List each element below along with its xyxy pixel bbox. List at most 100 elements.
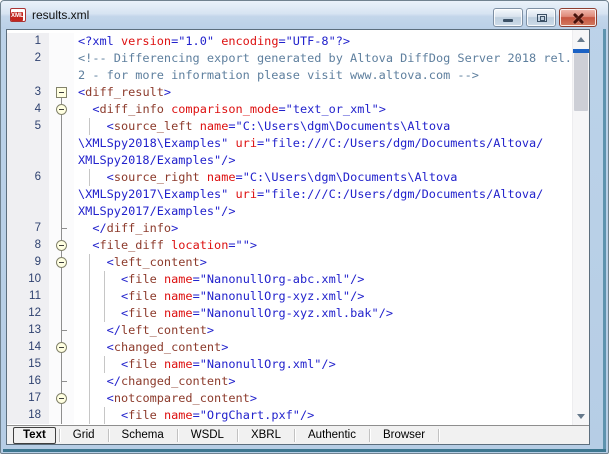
indent-guide bbox=[104, 305, 105, 322]
syntax-token: diff_info bbox=[107, 221, 171, 235]
code-text[interactable]: <file name="NanonullOrg-abc.xml"/> bbox=[74, 271, 572, 288]
tab-text[interactable]: Text bbox=[13, 427, 56, 444]
syntax-token: ="1.0" bbox=[171, 34, 221, 48]
fold-margin bbox=[49, 203, 74, 220]
syntax-token: ="file:///C:/Users/dgm/Documents/Altova/ bbox=[257, 187, 543, 201]
collapse-minus-icon[interactable] bbox=[56, 87, 67, 98]
fold-end-tick bbox=[62, 381, 67, 382]
tab-authentic[interactable]: Authentic bbox=[296, 427, 368, 444]
syntax-token: ="C:\Users\dgm\Documents\Altova bbox=[236, 170, 458, 184]
code-text[interactable]: </changed_content> bbox=[74, 373, 572, 390]
restore-icon bbox=[537, 14, 547, 22]
fold-margin bbox=[49, 50, 74, 67]
line-number bbox=[7, 186, 49, 203]
code-line: 15 <file name="NanonullOrg.xml"/> bbox=[7, 356, 572, 373]
close-button[interactable] bbox=[559, 8, 597, 27]
line-number: 8 bbox=[7, 237, 49, 254]
scrollbar-thumb[interactable] bbox=[574, 53, 588, 111]
minimize-button[interactable] bbox=[493, 8, 523, 27]
scroll-up-icon bbox=[577, 37, 585, 42]
xml-icon-label: XML bbox=[11, 12, 23, 21]
syntax-token bbox=[157, 408, 164, 422]
code-text[interactable]: <file name="NanonullOrg-xyz.xml.bak"/> bbox=[74, 305, 572, 322]
vertical-scrollbar[interactable] bbox=[572, 30, 589, 425]
code-text[interactable]: <notcompared_content> bbox=[74, 390, 572, 407]
indent-guide bbox=[89, 254, 90, 271]
syntax-token bbox=[78, 170, 107, 184]
line-number: 5 bbox=[7, 118, 49, 135]
syntax-token: source_right bbox=[114, 170, 200, 184]
syntax-token: > bbox=[250, 391, 257, 405]
code-text[interactable]: <source_right name="C:\Users\dgm\Documen… bbox=[74, 169, 572, 186]
collapse-minus-icon[interactable] bbox=[56, 104, 67, 115]
code-text[interactable]: <left_content> bbox=[74, 254, 572, 271]
code-text[interactable]: <!-- Differencing export generated by Al… bbox=[74, 50, 572, 67]
code-text[interactable]: <file_diff location=""> bbox=[74, 237, 572, 254]
maximize-button[interactable] bbox=[526, 8, 556, 27]
code-text[interactable]: <diff_result> bbox=[74, 84, 572, 101]
collapse-minus-icon[interactable] bbox=[56, 240, 67, 251]
syntax-token: > bbox=[228, 374, 235, 388]
syntax-token: > bbox=[164, 85, 171, 99]
code-text[interactable]: <source_left name="C:\Users\dgm\Document… bbox=[74, 118, 572, 135]
fold-margin bbox=[49, 288, 74, 305]
titlebar[interactable]: XML results.xml bbox=[1, 1, 608, 29]
syntax-token: </ bbox=[92, 221, 106, 235]
fold-margin bbox=[49, 237, 74, 254]
code-text[interactable]: XMLSpy2017/Examples"/> bbox=[74, 203, 572, 220]
tab-wsdl[interactable]: WSDL bbox=[179, 427, 236, 444]
tab-xbrl[interactable]: XBRL bbox=[239, 427, 293, 444]
fold-guide-line bbox=[61, 356, 62, 373]
scroll-up-button[interactable] bbox=[573, 31, 589, 47]
line-number bbox=[7, 135, 49, 152]
tab-browser[interactable]: Browser bbox=[371, 427, 437, 444]
code-text[interactable]: 2 - for more information please visit ww… bbox=[74, 67, 572, 84]
syntax-token: < bbox=[107, 340, 114, 354]
code-text[interactable]: <changed_content> bbox=[74, 339, 572, 356]
indent-guide bbox=[89, 118, 90, 135]
tab-grid[interactable]: Grid bbox=[61, 427, 107, 444]
fold-margin bbox=[49, 373, 74, 390]
syntax-token: name bbox=[200, 119, 229, 133]
fold-margin bbox=[49, 84, 74, 101]
syntax-token: diff_info bbox=[100, 102, 164, 116]
syntax-token bbox=[78, 374, 107, 388]
scroll-down-button[interactable] bbox=[573, 408, 589, 424]
tab-separator bbox=[59, 429, 60, 442]
fold-margin bbox=[49, 152, 74, 169]
collapse-minus-icon[interactable] bbox=[56, 393, 67, 404]
code-text[interactable]: </diff_info> bbox=[74, 220, 572, 237]
syntax-token: file bbox=[128, 306, 157, 320]
syntax-token bbox=[78, 289, 121, 303]
code-text[interactable]: \XMLSpy2017\Examples" uri="file:///C:/Us… bbox=[74, 186, 572, 203]
code-text[interactable]: XMLSpy2018/Examples"/> bbox=[74, 152, 572, 169]
fold-guide-line bbox=[61, 305, 62, 322]
syntax-token: comparison_mode bbox=[171, 102, 278, 116]
code-text[interactable]: <file name="NanonullOrg.xml"/> bbox=[74, 356, 572, 373]
line-number bbox=[7, 67, 49, 84]
code-text[interactable]: \XMLSpy2018\Examples" uri="file:///C:/Us… bbox=[74, 135, 572, 152]
syntax-token: changed_content bbox=[121, 374, 228, 388]
code-text[interactable]: <diff_info comparison_mode="text_or_xml"… bbox=[74, 101, 572, 118]
syntax-token bbox=[78, 340, 107, 354]
tab-separator bbox=[294, 429, 295, 442]
fold-margin bbox=[49, 67, 74, 84]
syntax-token: > bbox=[207, 323, 214, 337]
syntax-token: ="NanonullOrg-abc.xml"/> bbox=[193, 272, 365, 286]
fold-margin bbox=[49, 101, 74, 118]
syntax-token bbox=[78, 238, 92, 252]
syntax-token: <!-- Differencing export generated by Al… bbox=[78, 51, 572, 65]
code-text[interactable]: <file name="OrgChart.pxf"/> bbox=[74, 407, 572, 424]
collapse-minus-icon[interactable] bbox=[56, 257, 67, 268]
code-text[interactable]: <file name="NanonullOrg-xyz.xml"/> bbox=[74, 288, 572, 305]
syntax-token: </ bbox=[107, 323, 121, 337]
collapse-minus-icon[interactable] bbox=[56, 342, 67, 353]
syntax-token: name bbox=[207, 170, 236, 184]
code-text[interactable]: </left_content> bbox=[74, 322, 572, 339]
syntax-token: </ bbox=[107, 374, 121, 388]
indent-guide bbox=[89, 169, 90, 186]
code-text[interactable]: <?xml version="1.0" encoding="UTF-8"?> bbox=[74, 33, 572, 50]
line-number: 13 bbox=[7, 322, 49, 339]
tab-schema[interactable]: Schema bbox=[110, 427, 176, 444]
fold-margin bbox=[49, 271, 74, 288]
